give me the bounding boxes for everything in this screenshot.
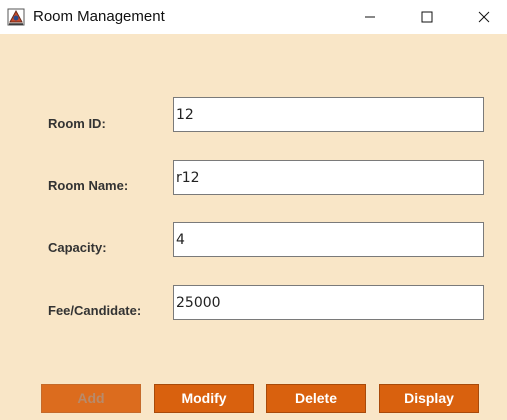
minimize-button[interactable] (347, 0, 393, 34)
display-button[interactable]: Display (379, 384, 479, 413)
room-name-label: Room Name: (48, 178, 129, 193)
maximize-button[interactable] (404, 0, 450, 34)
fee-per-candidate-input[interactable] (173, 285, 484, 320)
capacity-label: Capacity: (48, 240, 107, 255)
modify-button[interactable]: Modify (154, 384, 254, 413)
minimize-icon (364, 8, 376, 27)
fee-per-candidate-label: Fee/Candidate: (48, 303, 142, 318)
room-management-window: Room Management Room ID: Room Name: Capa… (0, 0, 507, 420)
room-id-input[interactable] (173, 97, 484, 132)
close-button[interactable] (461, 0, 507, 34)
maximize-icon (421, 8, 433, 27)
room-id-label: Room ID: (48, 116, 106, 131)
add-button[interactable]: Add (41, 384, 141, 413)
room-name-input[interactable] (173, 160, 484, 195)
title-bar: Room Management (0, 0, 507, 34)
java-app-icon (7, 8, 25, 26)
delete-button[interactable]: Delete (266, 384, 366, 413)
form-panel: Room ID: Room Name: Capacity: Fee/Candid… (0, 34, 507, 420)
close-icon (478, 8, 490, 27)
window-title: Room Management (33, 8, 165, 25)
capacity-input[interactable] (173, 222, 484, 257)
